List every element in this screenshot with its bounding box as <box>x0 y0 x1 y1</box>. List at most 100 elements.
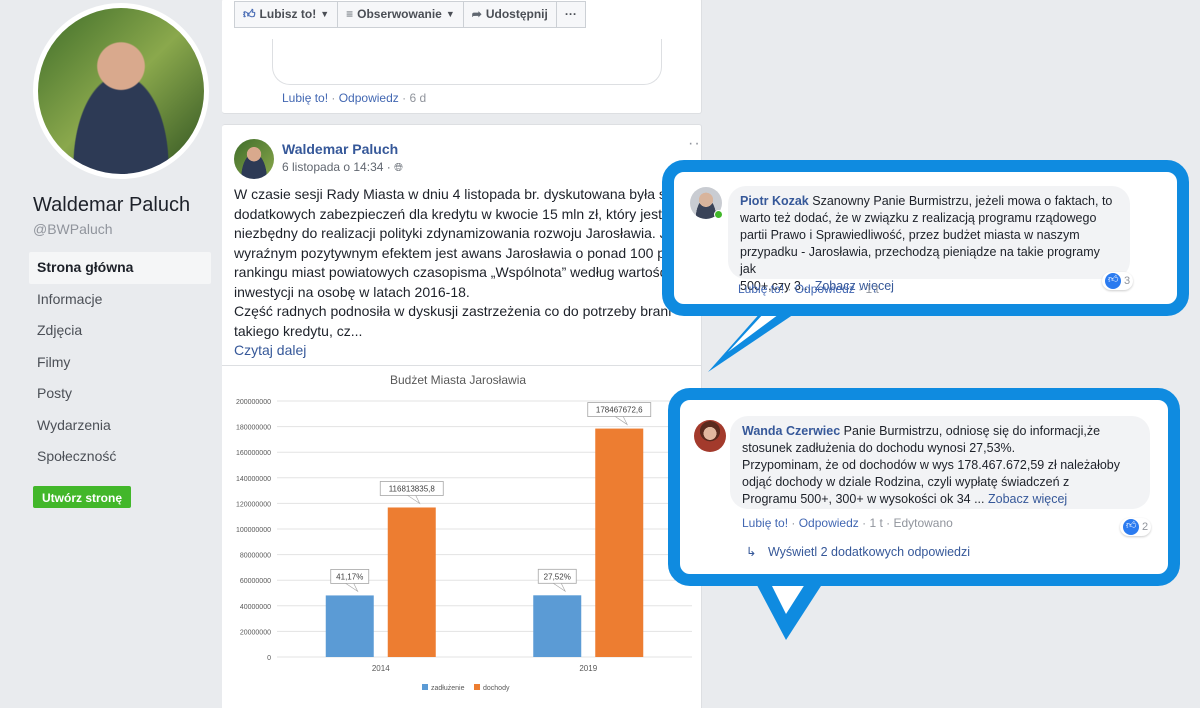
more-options-button[interactable]: ··· <box>555 1 586 28</box>
post-line: takiego kredytu, cz... <box>234 322 363 339</box>
comment-line: warto też dodać, że w związku z realizac… <box>740 211 1097 225</box>
sidebar-item-videos[interactable]: Filmy <box>29 347 211 379</box>
share-label: Udostępnij <box>485 7 548 21</box>
caret-down-icon: ▼ <box>445 9 455 19</box>
post-author[interactable]: Waldemar Paluch <box>282 141 398 157</box>
reply-link[interactable]: Odpowiedz <box>799 516 859 530</box>
post-line: niezbędny do realizacji polityki zdynami… <box>234 225 675 241</box>
legend-label: zadłużenie <box>431 685 465 692</box>
like-reaction-icon: 👍︎ <box>1123 519 1139 535</box>
reply-link[interactable]: Odpowiedz <box>795 282 855 296</box>
post-line: inwestycji na osobę w latach 2016-18. <box>234 283 470 300</box>
data-label: 27,52% <box>544 572 571 581</box>
y-tick-label: 140000000 <box>236 476 271 483</box>
read-more-link[interactable]: Czytaj dalej <box>234 341 679 361</box>
profile-picture[interactable] <box>33 3 209 179</box>
data-label-pointer <box>406 495 421 505</box>
reply-link[interactable]: Odpowiedz <box>339 91 399 105</box>
comment-text: Piotr Kozak Szanowny Panie Burmistrzu, j… <box>728 186 1130 293</box>
avatar[interactable] <box>694 420 726 452</box>
y-tick-label: 20000000 <box>240 629 271 636</box>
y-tick-label: 100000000 <box>236 527 271 534</box>
comment-age: 1 t <box>865 282 879 296</box>
x-tick-label: 2014 <box>372 664 390 673</box>
share-button[interactable]: ➦ Udostępnij <box>462 1 557 28</box>
like-link[interactable]: Lubię to! <box>738 282 784 296</box>
commenter-name[interactable]: Piotr Kozak <box>740 194 809 208</box>
post-date-text: 6 listopada o 14:34 · <box>282 160 391 174</box>
reaction-number: 2 <box>1142 521 1149 533</box>
commenter-name[interactable]: Wanda Czerwiec <box>742 424 840 438</box>
data-label: 116813835,8 <box>389 484 436 493</box>
avatar[interactable] <box>234 139 274 179</box>
y-tick-label: 180000000 <box>236 425 271 432</box>
bar <box>595 428 644 657</box>
y-tick-label: 0 <box>267 655 271 662</box>
y-tick-label: 200000000 <box>236 399 271 406</box>
bar <box>533 595 582 657</box>
data-label-pointer <box>344 583 359 593</box>
sidebar-item-photos[interactable]: Zdjęcia <box>29 315 211 347</box>
highlight-callout: Piotr Kozak Szanowny Panie Burmistrzu, j… <box>662 160 1189 316</box>
post-date[interactable]: 6 listopada o 14:34 · 🌐︎ <box>282 160 403 175</box>
sidebar-nav: Strona główna Informacje Zdjęcia Filmy P… <box>29 252 211 473</box>
y-tick-label: 60000000 <box>240 578 271 585</box>
like-page-button[interactable]: 👍︎ Lubisz to! ▼ <box>234 1 339 28</box>
comment-text: Wanda Czerwiec Panie Burmistrzu, odniosę… <box>730 416 1150 509</box>
reaction-count[interactable]: 👍︎ 3 <box>1102 272 1134 290</box>
comment-line: Panie Burmistrzu, odniosę się do informa… <box>843 424 1101 438</box>
bar <box>387 507 436 657</box>
y-tick-label: 160000000 <box>236 450 271 457</box>
comment-line: Programu 500+, 300+ w wysokości ok 34 ..… <box>742 492 985 506</box>
comment-line: Szanowny Panie Burmistrzu, jeżeli mowa o… <box>812 194 1113 208</box>
online-indicator <box>714 210 723 219</box>
sidebar-item-posts[interactable]: Posty <box>29 378 211 410</box>
budget-chart: Budżet Miasta Jarosławia2000000001800000… <box>236 373 692 692</box>
sidebar-item-info[interactable]: Informacje <box>29 284 211 316</box>
page-handle: @BWPaluch <box>33 221 113 237</box>
x-tick-label: 2019 <box>579 664 597 673</box>
comment-bubble-fragment <box>272 39 662 85</box>
legend-swatch <box>474 684 480 690</box>
legend-label: dochody <box>483 685 510 692</box>
legend-swatch <box>422 684 428 690</box>
highlight-callout: Wanda Czerwiec Panie Burmistrzu, odniosę… <box>668 388 1180 586</box>
page-title: Waldemar Paluch <box>33 194 191 216</box>
follow-button[interactable]: ≡ Obserwowanie ▼ <box>337 1 464 28</box>
reply-arrow-icon: ↳ <box>746 545 757 559</box>
caret-down-icon: ▼ <box>320 9 330 19</box>
sidebar-item-events[interactable]: Wydarzenia <box>29 410 211 442</box>
like-link[interactable]: Lubię to! <box>282 91 328 105</box>
data-label: 178467672,6 <box>596 406 643 415</box>
create-page-button[interactable]: Utwórz stronę <box>33 486 132 508</box>
post-image-chart[interactable]: Budżet Miasta Jarosławia 200000000 1800000… <box>222 365 701 708</box>
rss-icon: ≡ <box>346 7 354 21</box>
reaction-number: 3 <box>1124 275 1131 287</box>
edited-label: Edytowano <box>893 516 953 530</box>
data-label: 41,17% <box>336 572 363 581</box>
comment-meta: Lubię to! · Odpowiedz · 6 d <box>282 91 427 105</box>
follow-label: Obserwowanie <box>357 7 442 21</box>
post-line: W czasie sesji Rady Miasta w dniu 4 list… <box>234 186 666 202</box>
page-sidebar: Waldemar Paluch @BWPaluch Strona główna … <box>0 0 222 708</box>
post-line: dodatkowych zabezpieczeń dla kredytu w k… <box>234 205 662 222</box>
chart-title: Budżet Miasta Jarosławia <box>390 373 526 387</box>
comment-line: stosunek zadłużenia do dochodu wynosi 27… <box>742 441 1016 455</box>
like-page-label: Lubisz to! <box>259 7 317 21</box>
see-more-link[interactable]: Zobacz więcej <box>988 492 1067 506</box>
like-link[interactable]: Lubię to! <box>742 516 788 530</box>
comment-line: Przypominam, że od dochodów w wys 178.46… <box>742 458 1120 472</box>
comment-meta: Lubię to! · Odpowiedz · 1 t <box>738 282 879 296</box>
y-tick-label: 40000000 <box>240 604 271 611</box>
comment-line: partii Prawo i Sprawiedliwość, przez bud… <box>740 228 1080 242</box>
view-replies-link[interactable]: ↳ Wyświetl 2 dodatkowych odpowiedzi <box>746 544 970 559</box>
bar <box>325 595 374 657</box>
sidebar-item-community[interactable]: Społeczność <box>29 441 211 473</box>
post-options-button[interactable]: ··· <box>688 135 701 153</box>
reaction-count[interactable]: 👍︎ 2 <box>1120 518 1152 536</box>
sidebar-item-home[interactable]: Strona główna <box>29 252 211 284</box>
post-card: Waldemar Paluch 6 listopada o 14:34 · 🌐︎… <box>222 124 702 708</box>
globe-icon: 🌐︎ <box>394 162 403 174</box>
comment-line: przypadku - Jarosławia, przechodzą pieni… <box>740 245 1100 276</box>
data-label-pointer <box>614 416 629 426</box>
